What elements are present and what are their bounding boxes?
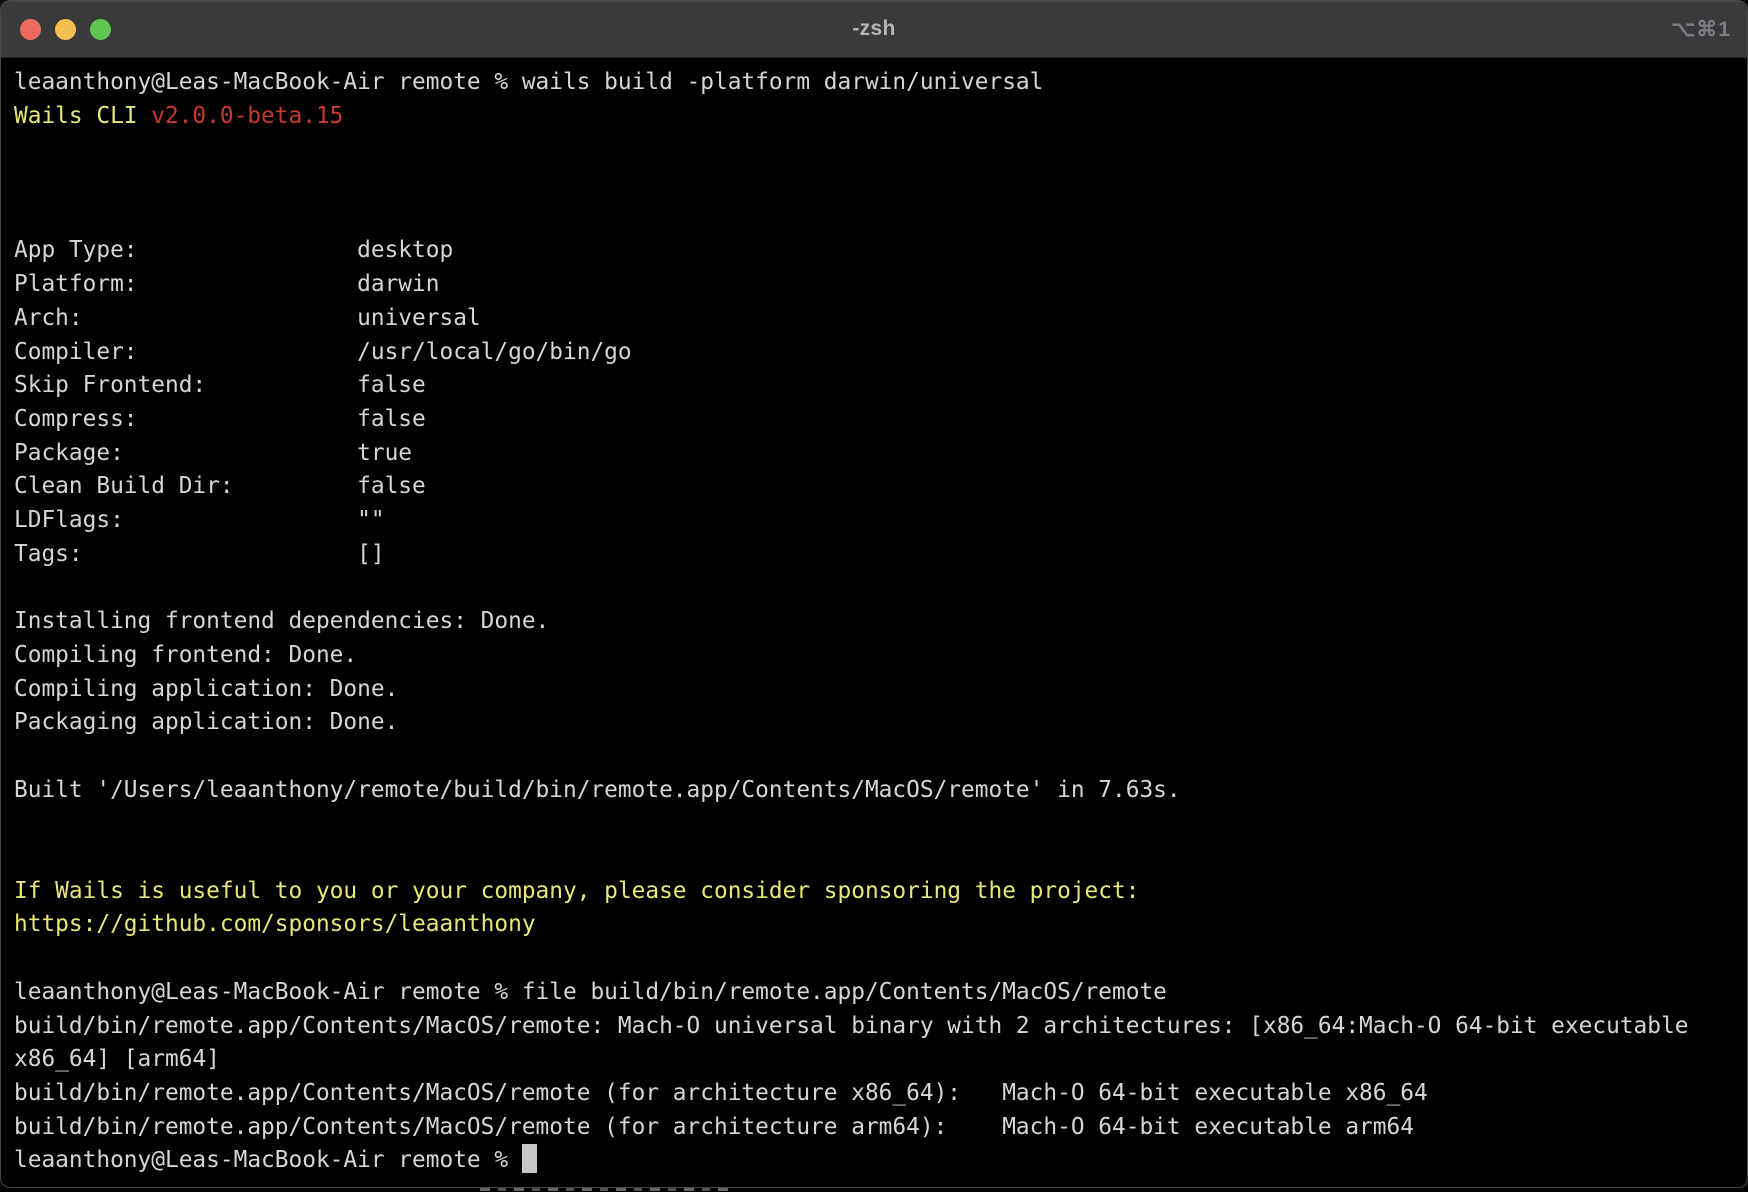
terminal-line [14, 807, 1737, 841]
traffic-lights [20, 1, 111, 57]
terminal-text-segment: leaanthony@Leas-MacBook-Air remote % [14, 1147, 522, 1173]
terminal-line: leaanthony@Leas-MacBook-Air remote % wai… [14, 66, 1737, 100]
terminal-text-segment: Package: true [14, 440, 412, 466]
terminal-line: Built '/Users/leaanthony/remote/build/bi… [14, 774, 1737, 808]
terminal-cursor [522, 1144, 537, 1173]
window-title: -zsh [1, 17, 1747, 41]
terminal-text-segment: Tags: [] [14, 541, 385, 567]
terminal-line: Installing frontend dependencies: Done. [14, 605, 1737, 639]
terminal-text-segment: Clean Build Dir: false [14, 473, 426, 499]
terminal-output[interactable]: leaanthony@Leas-MacBook-Air remote % wai… [1, 58, 1747, 1178]
terminal-line [14, 942, 1737, 976]
terminal-line: Wails CLI v2.0.0-beta.15 [14, 100, 1737, 134]
terminal-text-segment: If Wails is useful to you or your compan… [14, 878, 1139, 904]
terminal-line: Compress: false [14, 403, 1737, 437]
terminal-line: Package: true [14, 437, 1737, 471]
terminal-text-segment: Arch: universal [14, 305, 481, 331]
terminal-line [14, 201, 1737, 235]
terminal-line: leaanthony@Leas-MacBook-Air remote % fil… [14, 976, 1737, 1010]
terminal-line: build/bin/remote.app/Contents/MacOS/remo… [14, 1010, 1737, 1044]
terminal-line [14, 572, 1737, 606]
terminal-line: leaanthony@Leas-MacBook-Air remote % [14, 1144, 1737, 1178]
terminal-text-segment: Wails CLI [14, 103, 151, 129]
terminal-text-segment: x86_64] [arm64] [14, 1046, 220, 1072]
terminal-line [14, 841, 1737, 875]
terminal-line: Packaging application: Done. [14, 706, 1737, 740]
close-window-button[interactable] [20, 19, 41, 40]
terminal-text-segment: Packaging application: Done. [14, 709, 398, 735]
terminal-window: -zsh ⌥⌘1 leaanthony@Leas-MacBook-Air rem… [0, 0, 1748, 1188]
terminal-line [14, 133, 1737, 167]
terminal-text-segment: Skip Frontend: false [14, 372, 426, 398]
terminal-line: Compiling application: Done. [14, 673, 1737, 707]
terminal-text-segment: v2.0.0-beta.15 [151, 103, 343, 129]
terminal-text-segment: Compress: false [14, 406, 426, 432]
terminal-text-segment: Installing frontend dependencies: Done. [14, 608, 549, 634]
terminal-line: Compiler: /usr/local/go/bin/go [14, 336, 1737, 370]
zoom-window-button[interactable] [90, 19, 111, 40]
terminal-line: build/bin/remote.app/Contents/MacOS/remo… [14, 1111, 1737, 1145]
window-shortcut-badge: ⌥⌘1 [1671, 1, 1731, 57]
terminal-line: https://github.com/sponsors/leaanthony [14, 908, 1737, 942]
terminal-line: Platform: darwin [14, 268, 1737, 302]
terminal-line: Skip Frontend: false [14, 369, 1737, 403]
terminal-text-segment: leaanthony@Leas-MacBook-Air remote % fil… [14, 979, 1167, 1005]
terminal-text-segment: leaanthony@Leas-MacBook-Air remote % wai… [14, 69, 1043, 95]
terminal-text-segment: Built '/Users/leaanthony/remote/build/bi… [14, 777, 1181, 803]
terminal-text-segment: build/bin/remote.app/Contents/MacOS/remo… [14, 1114, 1414, 1140]
terminal-line [14, 167, 1737, 201]
window-titlebar[interactable]: -zsh ⌥⌘1 [1, 1, 1747, 58]
terminal-text-segment: Compiler: /usr/local/go/bin/go [14, 339, 632, 365]
terminal-text-segment: https://github.com/sponsors/leaanthony [14, 911, 536, 937]
terminal-text-segment: build/bin/remote.app/Contents/MacOS/remo… [14, 1013, 1688, 1039]
terminal-line: Clean Build Dir: false [14, 470, 1737, 504]
terminal-text-segment: LDFlags: "" [14, 507, 385, 533]
terminal-line: If Wails is useful to you or your compan… [14, 875, 1737, 909]
terminal-text-segment: Compiling application: Done. [14, 676, 398, 702]
terminal-line [14, 740, 1737, 774]
terminal-line: Tags: [] [14, 538, 1737, 572]
terminal-line: Compiling frontend: Done. [14, 639, 1737, 673]
terminal-line: build/bin/remote.app/Contents/MacOS/remo… [14, 1077, 1737, 1111]
terminal-text-segment: App Type: desktop [14, 237, 453, 263]
terminal-line: x86_64] [arm64] [14, 1043, 1737, 1077]
terminal-line: Arch: universal [14, 302, 1737, 336]
terminal-text-segment: build/bin/remote.app/Contents/MacOS/remo… [14, 1080, 1428, 1106]
terminal-line: LDFlags: "" [14, 504, 1737, 538]
terminal-text-segment: Compiling frontend: Done. [14, 642, 357, 668]
terminal-line: App Type: desktop [14, 234, 1737, 268]
minimize-window-button[interactable] [55, 19, 76, 40]
terminal-text-segment: Platform: darwin [14, 271, 439, 297]
